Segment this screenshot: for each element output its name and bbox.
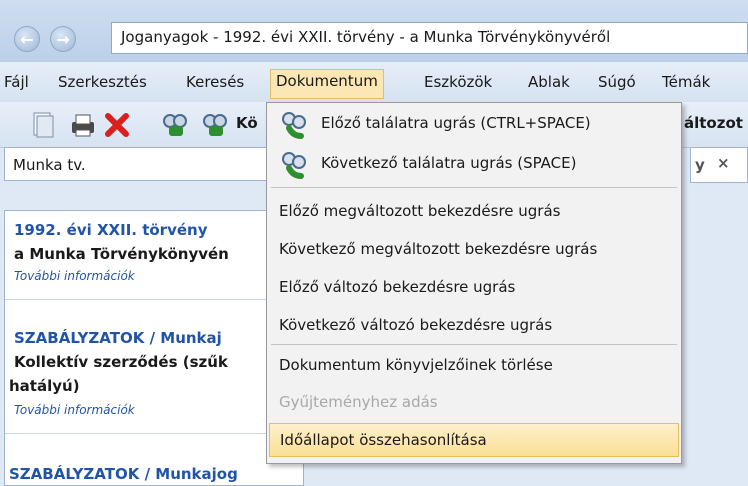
find-next-icon[interactable] bbox=[200, 110, 230, 140]
menu-bar: Fájl Szerkesztés Keresés Dokumentum Eszk… bbox=[0, 62, 748, 102]
results-list: 1992. évi XXII. törvény a Munka Törvényk… bbox=[4, 210, 304, 486]
document-icon[interactable] bbox=[28, 110, 58, 140]
menu-item-label: Előző találatra ugrás (CTRL+SPACE) bbox=[321, 114, 591, 132]
menu-item-compare-timestates[interactable]: Időállapot összehasonlítása bbox=[269, 423, 679, 457]
binoculars-icon bbox=[279, 150, 309, 180]
result-subtitle: a Munka Törvénykönyvén bbox=[14, 245, 229, 263]
result-title[interactable]: 1992. évi XXII. törvény bbox=[14, 221, 207, 239]
address-bar[interactable]: Joganyagok - 1992. évi XXII. törvény - a… bbox=[111, 22, 748, 54]
tab-label: y bbox=[695, 156, 705, 174]
title-bar: ← → Joganyagok - 1992. évi XXII. törvény… bbox=[0, 0, 748, 62]
menu-help[interactable]: Súgó bbox=[598, 70, 636, 96]
menu-item-next-changed[interactable]: Következő megváltozott bekezdésre ugrás bbox=[269, 233, 679, 267]
menu-file[interactable]: Fájl bbox=[4, 70, 29, 96]
divider bbox=[5, 433, 303, 434]
document-tab[interactable]: y × bbox=[690, 147, 748, 183]
toolbar-label-left[interactable]: Kö bbox=[236, 114, 258, 132]
menu-item-label: Következő találatra ugrás (SPACE) bbox=[321, 154, 577, 172]
menu-edit[interactable]: Szerkesztés bbox=[58, 70, 147, 96]
search-input[interactable]: Munka tv. bbox=[4, 147, 304, 181]
delete-icon[interactable] bbox=[102, 110, 132, 140]
menu-item-prev-changed[interactable]: Előző megváltozott bekezdésre ugrás bbox=[269, 195, 679, 229]
close-icon[interactable]: × bbox=[717, 154, 730, 172]
menu-item-clear-bookmarks[interactable]: Dokumentum könyvjelzőinek törlése bbox=[269, 349, 679, 383]
arrow-left-icon: ← bbox=[20, 29, 34, 49]
menu-document[interactable]: Dokumentum bbox=[270, 69, 384, 99]
find-previous-icon[interactable] bbox=[160, 110, 190, 140]
menu-tools[interactable]: Eszközök bbox=[424, 70, 492, 96]
divider bbox=[5, 299, 303, 300]
menu-item-next-variable[interactable]: Következő változó bekezdésre ugrás bbox=[269, 309, 679, 343]
forward-button[interactable]: → bbox=[50, 26, 76, 52]
menu-search[interactable]: Keresés bbox=[186, 70, 244, 96]
menu-item-next-hit[interactable]: Következő találatra ugrás (SPACE) bbox=[269, 145, 679, 185]
result-title[interactable]: SZABÁLYZATOK / Munkajog bbox=[9, 465, 238, 483]
menu-item-add-to-collection[interactable]: Gyűjteményhez adás bbox=[269, 386, 679, 420]
arrow-right-icon: → bbox=[56, 29, 70, 49]
toolbar-label-right[interactable]: áltozot bbox=[684, 114, 743, 132]
more-info-link[interactable]: További információk bbox=[14, 403, 135, 417]
print-icon[interactable] bbox=[68, 110, 98, 140]
document-menu-dropdown: Előző találatra ugrás (CTRL+SPACE) Követ… bbox=[266, 102, 682, 464]
menu-window[interactable]: Ablak bbox=[528, 70, 570, 96]
back-button[interactable]: ← bbox=[14, 26, 40, 52]
menu-separator bbox=[271, 187, 677, 188]
menu-topics[interactable]: Témák bbox=[662, 70, 710, 96]
more-info-link[interactable]: További információk bbox=[14, 269, 135, 283]
binoculars-icon bbox=[279, 110, 309, 140]
result-subtitle: Kollektív szerződés (szűk bbox=[14, 353, 228, 371]
result-title[interactable]: SZABÁLYZATOK / Munkaj bbox=[14, 329, 222, 347]
result-subtitle-cont: hatályú) bbox=[9, 377, 80, 395]
menu-separator bbox=[271, 344, 677, 345]
menu-item-prev-hit[interactable]: Előző találatra ugrás (CTRL+SPACE) bbox=[269, 105, 679, 145]
menu-item-prev-variable[interactable]: Előző változó bekezdésre ugrás bbox=[269, 271, 679, 305]
